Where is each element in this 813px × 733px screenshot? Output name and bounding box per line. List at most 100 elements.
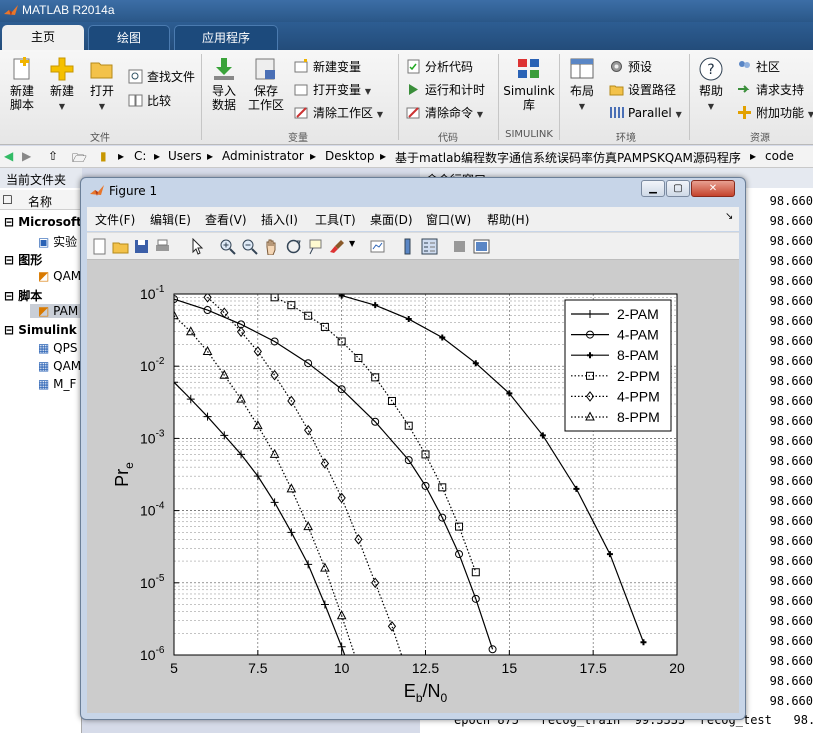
find-files-button[interactable]: 查找文件 — [128, 68, 195, 86]
community-button[interactable]: 社区 — [737, 58, 780, 76]
menu-help[interactable]: 帮助(H) — [487, 211, 529, 228]
analyze-code-button[interactable]: 分析代码 — [406, 58, 473, 76]
print-icon[interactable] — [154, 238, 171, 255]
open-button[interactable]: 打开 ▼ — [84, 56, 120, 114]
zoom-in-icon[interactable] — [219, 238, 236, 255]
figure-canvas[interactable]: 5 7.5 10 12.5 15 17.5 20 10-6 10-5 10-4 10-3 10-2 10… — [87, 260, 739, 713]
menu-view[interactable]: 查看(V) — [205, 211, 247, 228]
set-path-button[interactable]: 设置路径 — [609, 81, 676, 99]
menu-window[interactable]: 窗口(W) — [426, 211, 471, 228]
open-variable-button[interactable]: 打开变量 ▼ — [294, 81, 371, 99]
group-variable-label: 变量 — [288, 133, 308, 144]
script-file-icon: ◩ — [38, 304, 54, 318]
new-variable-button[interactable]: 新建变量 — [294, 58, 361, 76]
x-tick-label: 15 — [502, 660, 518, 676]
new-script-button[interactable]: 新建 脚本 — [4, 56, 40, 112]
pan-hand-icon[interactable] — [263, 238, 280, 255]
legend-icon[interactable] — [421, 238, 438, 255]
parallel-button[interactable]: Parallel ▼ — [609, 104, 682, 122]
collapse-icon[interactable]: ⊟ — [4, 253, 18, 267]
save-workspace-button[interactable]: 保存 工作区 — [246, 56, 286, 112]
open-file-icon[interactable] — [112, 238, 129, 255]
command-output-line: 98.660 — [769, 254, 813, 268]
show-plot-tools-icon[interactable] — [473, 238, 490, 255]
forward-arrow-icon[interactable]: ▶ — [22, 149, 31, 163]
collapse-icon[interactable]: ⊟ — [4, 215, 18, 229]
add-ons-button[interactable]: 附加功能 ▼ — [737, 104, 813, 122]
new-button[interactable]: 新建 ▼ — [44, 56, 80, 114]
compare-button[interactable]: 比较 — [128, 92, 171, 110]
minimize-button[interactable]: ▁ — [641, 180, 665, 197]
open-variable-icon — [294, 84, 308, 96]
maximize-button[interactable]: ▢ — [666, 180, 690, 197]
collapse-icon[interactable]: ⊟ — [4, 289, 18, 303]
dock-arrow-icon[interactable]: ↘ — [725, 211, 733, 222]
tree-group-simulink[interactable]: ⊟ Simulink — [4, 323, 77, 337]
model-file-icon: ▦ — [38, 359, 54, 373]
import-data-button[interactable]: 导入 数据 — [206, 56, 242, 112]
set-path-icon — [609, 85, 624, 96]
path-crumb-code[interactable]: code — [765, 149, 794, 163]
figure-titlebar[interactable]: Figure 1 ▁ ▢ ✕ — [81, 178, 745, 206]
run-and-time-button[interactable]: 运行和计时 — [406, 81, 485, 99]
path-crumb-project[interactable]: 基于matlab编程数字通信系统误码率仿真PAMPSKQAM源码程序 — [395, 149, 741, 166]
marker-plus — [354, 689, 362, 697]
tree-file-item[interactable]: ▦ QAM — [38, 359, 81, 373]
browse-folder-icon[interactable]: 🗁 — [72, 149, 87, 170]
preferences-label: 预设 — [628, 60, 653, 74]
back-arrow-icon[interactable]: ◀ — [4, 149, 13, 163]
path-drive[interactable]: C: — [134, 149, 146, 163]
tree-file-item-selected[interactable]: ◩ PAM — [30, 304, 82, 318]
menu-file[interactable]: 文件(F) — [95, 211, 135, 228]
clear-workspace-button[interactable]: 清除工作区 ▼ — [294, 104, 383, 122]
simulink-library-button[interactable]: Simulink 库 — [502, 56, 556, 112]
dropdown-arrow-icon: ▼ — [807, 110, 813, 119]
menu-desktop[interactable]: 桌面(D) — [370, 211, 413, 228]
zoom-out-icon[interactable] — [241, 238, 258, 255]
checkbox-icon[interactable]: ☐ — [2, 193, 13, 207]
tree-file-item[interactable]: ▦ M_F — [38, 377, 76, 391]
name-column-header[interactable]: ☐ 名称 — [0, 190, 82, 210]
menu-insert[interactable]: 插入(I) — [261, 211, 298, 228]
save-icon[interactable] — [133, 238, 150, 255]
path-crumb-users[interactable]: Users — [168, 149, 202, 163]
hide-plot-tools-icon[interactable] — [451, 238, 468, 255]
command-output-line: 98.660 — [769, 234, 813, 248]
request-support-button[interactable]: 请求支持 — [737, 81, 804, 99]
tree-file-item[interactable]: ▦ QPS — [38, 341, 77, 355]
help-button[interactable]: ? 帮助 ▼ — [694, 56, 728, 114]
path-sep-icon: ▸ — [207, 149, 214, 163]
dropdown-arrow-icon: ▼ — [707, 102, 715, 111]
tree-group-microsoft[interactable]: ⊟ Microsoft — [4, 215, 82, 229]
path-crumb-administrator[interactable]: Administrator — [222, 149, 304, 163]
dropdown-arrow-icon[interactable]: ▼ — [349, 239, 355, 248]
menu-edit[interactable]: 编辑(E) — [150, 211, 191, 228]
figure-window[interactable]: Figure 1 ▁ ▢ ✕ 文件(F) 编辑(E) 查看(V) 插入(I) 工… — [80, 177, 746, 720]
tab-home[interactable]: 主页 — [2, 25, 84, 50]
preferences-button[interactable]: 预设 — [609, 58, 652, 76]
close-button[interactable]: ✕ — [691, 180, 735, 197]
brush-icon[interactable] — [329, 238, 346, 255]
collapse-icon[interactable]: ⊟ — [4, 323, 18, 337]
parallel-label: Parallel — [628, 106, 672, 120]
pointer-icon[interactable] — [189, 238, 206, 255]
layout-button[interactable]: 布局 ▼ — [564, 56, 600, 114]
clear-commands-button[interactable]: 清除命令 ▼ — [406, 104, 483, 122]
ber-plot[interactable]: 5 7.5 10 12.5 15 17.5 20 10-6 10-5 10-4 10-3 10-2 10… — [87, 260, 739, 713]
tab-apps[interactable]: 应用程序 — [174, 25, 278, 50]
command-output-line: 98.660 — [769, 634, 813, 648]
link-plot-icon[interactable] — [369, 238, 386, 255]
tab-plots[interactable]: 绘图 — [88, 25, 170, 50]
colorbar-icon[interactable] — [399, 238, 416, 255]
menu-tools[interactable]: 工具(T) — [315, 211, 356, 228]
data-cursor-icon[interactable] — [307, 238, 324, 255]
community-icon — [739, 61, 750, 68]
up-folder-icon[interactable]: ⇧ — [48, 149, 58, 163]
tree-group-scripts[interactable]: ⊟ 脚本 — [4, 287, 42, 304]
path-crumb-desktop[interactable]: Desktop — [325, 149, 375, 163]
rotate-3d-icon[interactable] — [285, 238, 302, 255]
tree-file-item[interactable]: ▣ 实验 — [38, 233, 77, 250]
tree-file-item[interactable]: ◩ QAM — [38, 269, 81, 283]
tree-group-figures[interactable]: ⊟ 图形 — [4, 251, 42, 268]
new-figure-icon[interactable] — [91, 238, 108, 255]
